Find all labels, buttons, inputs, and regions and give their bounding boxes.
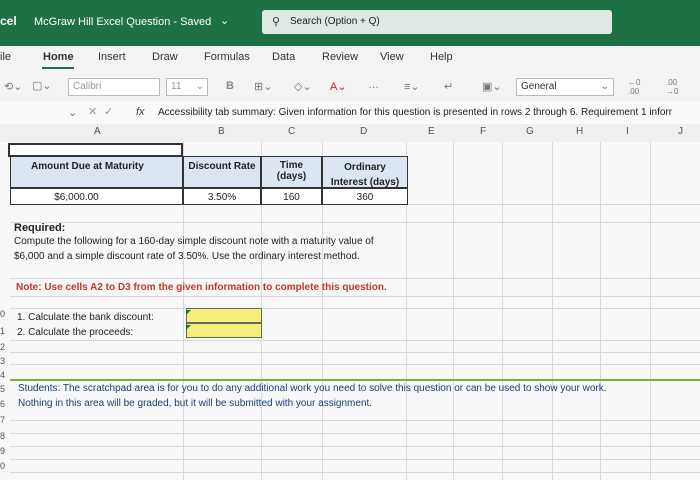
scratchpad-border [10, 379, 700, 381]
column-header-j[interactable]: J [678, 126, 683, 137]
column-header-e[interactable]: E [428, 126, 435, 137]
align-icon[interactable]: ≡⌄ [404, 80, 420, 93]
function-icon[interactable]: fx [136, 106, 145, 118]
chevron-down-icon[interactable]: ⌄ [220, 14, 229, 27]
wrap-text-icon[interactable]: ↵ [444, 80, 453, 93]
answer-bank-discount-cell[interactable] [186, 308, 262, 323]
required-line-2[interactable]: $6,000 and a simple discount rate of 3.5… [14, 251, 360, 262]
row-number[interactable]: 0 [0, 461, 5, 471]
font-name-select[interactable]: Calibri [68, 78, 160, 96]
merge-icon[interactable]: ▣⌄ [482, 80, 502, 93]
header-discount-rate[interactable]: Discount Rate [183, 156, 261, 188]
tab-view[interactable]: View [380, 51, 404, 63]
tab-data[interactable]: Data [272, 51, 295, 63]
question-proceeds[interactable]: 2. Calculate the proceeds: [17, 327, 133, 338]
instruction-note[interactable]: Note: Use cells A2 to D3 from the given … [16, 282, 387, 293]
row-number[interactable]: 7 [0, 415, 5, 425]
fill-color-icon[interactable]: ◇⌄ [294, 80, 312, 93]
column-header-g[interactable]: G [526, 126, 534, 137]
bold-button[interactable]: B [226, 80, 234, 92]
row-number[interactable]: 4 [0, 370, 5, 380]
column-header-i[interactable]: I [626, 126, 629, 137]
column-header-bar [0, 124, 700, 143]
answer-proceeds-cell[interactable] [186, 323, 262, 338]
row-number[interactable]: 5 [0, 384, 5, 394]
search-icon: ⚲ [272, 16, 281, 28]
tab-help[interactable]: Help [430, 51, 453, 63]
formula-content[interactable]: Accessibility tab summary: Given informa… [158, 107, 672, 118]
ribbon-tabs: ile Home Insert Draw Formulas Data Revie… [0, 46, 700, 70]
tab-formulas[interactable]: Formulas [204, 51, 250, 63]
value-time-days[interactable]: 160 [261, 188, 322, 205]
cell-marker-icon [186, 310, 191, 315]
row-number[interactable]: 0 [0, 309, 5, 319]
row-number[interactable]: 9 [0, 446, 5, 456]
scratchpad-line-1[interactable]: Students: The scratchpad area is for you… [18, 383, 607, 394]
undo-icon[interactable]: ⟲⌄ [4, 80, 22, 93]
column-header-b[interactable]: B [218, 126, 225, 137]
selected-cell[interactable] [8, 143, 183, 157]
borders-icon[interactable]: ⊞⌄ [254, 80, 272, 93]
header-amount-due[interactable]: Amount Due at Maturity [10, 156, 183, 188]
chevron-down-icon: ⌄ [195, 81, 204, 92]
row-number[interactable]: 3 [0, 356, 5, 366]
required-title[interactable]: Required: [14, 222, 65, 234]
column-header-c[interactable]: C [288, 126, 295, 137]
increase-decimal-icon[interactable]: ←0.00 [628, 78, 640, 96]
tab-home[interactable]: Home [43, 51, 74, 63]
search-placeholder: Search (Option + Q) [290, 16, 380, 27]
tab-file[interactable]: ile [0, 51, 11, 63]
header-time-days[interactable]: Time (days) [261, 156, 322, 188]
tab-review[interactable]: Review [322, 51, 358, 63]
decrease-decimal-icon[interactable]: .00 →0 [666, 78, 678, 96]
value-discount-rate[interactable]: 3.50% [183, 188, 261, 205]
app-name: cel [0, 14, 17, 28]
clipboard-icon[interactable]: ▢⌄ [32, 79, 52, 92]
row-number[interactable]: 1 [0, 326, 5, 336]
document-title[interactable]: McGraw Hill Excel Question - Saved [34, 16, 211, 28]
value-ordinary-interest[interactable]: 360 [322, 188, 408, 205]
column-header-h[interactable]: H [576, 126, 583, 137]
chevron-down-icon: ⌄ [600, 81, 609, 92]
scratchpad-line-2[interactable]: Nothing in this area will be graded, but… [18, 398, 372, 409]
tab-draw[interactable]: Draw [152, 51, 178, 63]
active-tab-indicator [42, 67, 74, 69]
column-header-d[interactable]: D [360, 126, 367, 137]
more-options-button[interactable]: … [368, 79, 379, 91]
cancel-icon[interactable]: ✕ [88, 105, 97, 118]
header-ordinary-interest[interactable]: Ordinary Interest (days) [322, 156, 408, 188]
row-number[interactable]: 2 [0, 342, 5, 352]
row-number[interactable]: 8 [0, 431, 5, 441]
cell-marker-icon [186, 325, 191, 330]
question-bank-discount[interactable]: 1. Calculate the bank discount: [17, 312, 154, 323]
column-header-a[interactable]: A [94, 126, 101, 137]
row-number[interactable]: 6 [0, 399, 5, 409]
name-box-chevron-icon[interactable]: ⌄ [68, 106, 77, 119]
search-input[interactable]: ⚲ Search (Option + Q) [262, 10, 612, 34]
column-header-f[interactable]: F [480, 126, 486, 137]
tab-insert[interactable]: Insert [98, 51, 126, 63]
value-amount-due[interactable]: $6,000.00 [10, 188, 183, 205]
number-format-select[interactable]: General ⌄ [516, 78, 614, 96]
font-color-icon[interactable]: A⌄ [330, 80, 347, 93]
required-line-1[interactable]: Compute the following for a 160-day simp… [14, 236, 374, 247]
font-size-select[interactable]: 11 ⌄ [166, 78, 208, 96]
confirm-icon[interactable]: ✓ [104, 105, 113, 118]
